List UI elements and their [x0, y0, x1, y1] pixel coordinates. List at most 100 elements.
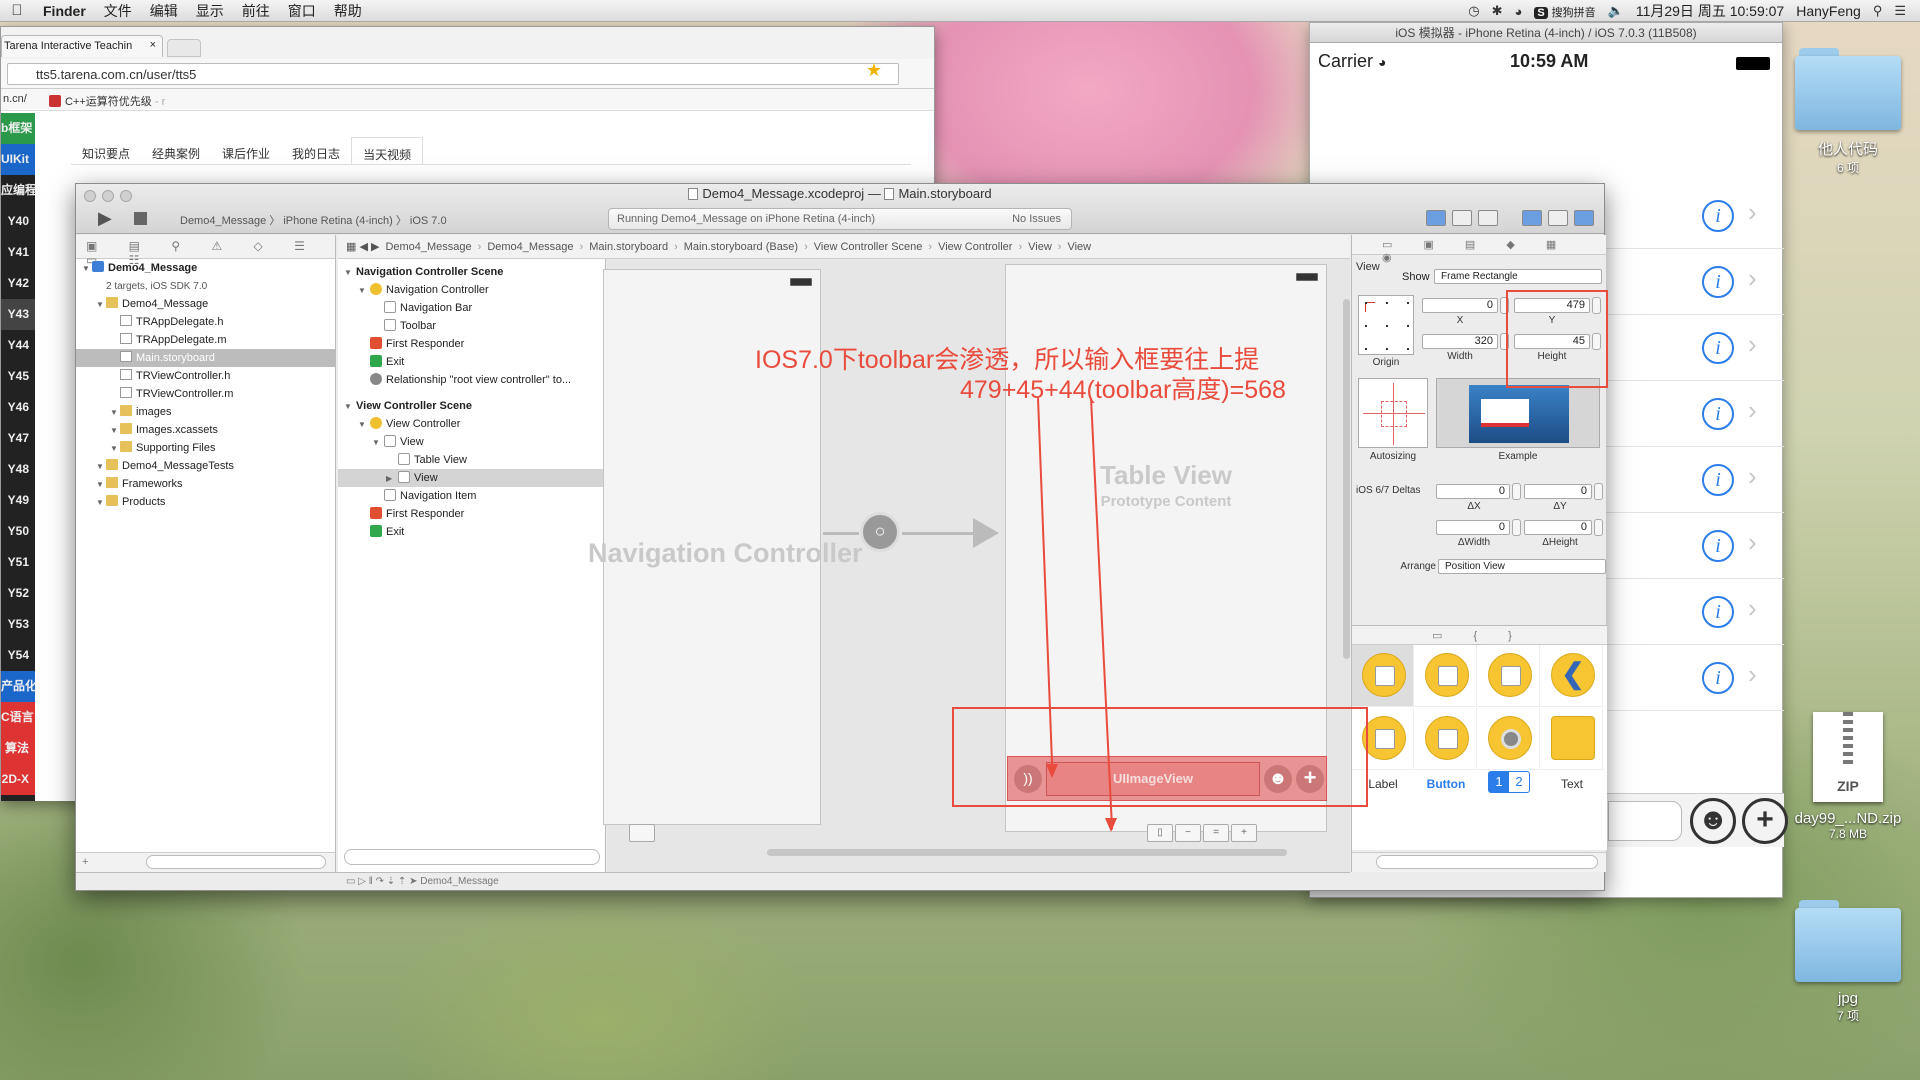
left-nav-item[interactable]: Y49	[1, 485, 35, 516]
navigator-item[interactable]: ▼ Products	[76, 493, 335, 511]
tab-cases[interactable]: 经典案例	[141, 137, 211, 164]
left-nav-item[interactable]: Y41	[1, 237, 35, 268]
horizontal-scrollbar[interactable]	[767, 849, 1287, 856]
wifi-icon[interactable]: ◕	[1515, 4, 1523, 19]
disclosure-triangle-icon[interactable]: ▼	[110, 422, 120, 440]
left-nav-item[interactable]: Y42	[1, 268, 35, 299]
library-glkit-view[interactable]	[1478, 708, 1540, 770]
zoom-in-button[interactable]: +	[1231, 824, 1257, 842]
disclosure-triangle-icon[interactable]: ▼	[110, 404, 120, 422]
left-nav-item[interactable]: UIKit	[1, 144, 35, 175]
jump-bar-item[interactable]: View Controller Scene	[814, 241, 923, 253]
outline-item[interactable]: First Responder	[338, 505, 605, 523]
info-icon[interactable]: i	[1702, 200, 1734, 232]
new-tab-button[interactable]	[167, 39, 201, 57]
left-nav-item[interactable]: C语言	[1, 702, 35, 733]
outline-item[interactable]: ▼ View	[338, 433, 605, 451]
canvas-toggle-outline-button[interactable]	[629, 824, 655, 842]
arrange-select[interactable]: Position View	[1438, 559, 1606, 574]
outline-item[interactable]: ▼ View Controller Scene	[338, 397, 605, 415]
delta-height-stepper[interactable]	[1594, 519, 1603, 536]
autosizing-control[interactable]	[1358, 378, 1428, 448]
left-nav-item[interactable]: Y54	[1, 640, 35, 671]
library-tabs[interactable]: ▭ { } ◆ ▤	[1352, 625, 1607, 655]
navigator-item[interactable]: Main.storyboard	[76, 349, 335, 367]
disclosure-triangle-icon[interactable]: ▼	[372, 434, 384, 451]
zoom-fit-button[interactable]: ▯	[1147, 824, 1173, 842]
disclosure-triangle-icon[interactable]: ▶	[386, 470, 398, 487]
bookmark-star-icon[interactable]: ★	[866, 60, 882, 81]
info-icon[interactable]: i	[1702, 266, 1734, 298]
outline-item[interactable]: ▼ Navigation Controller	[338, 281, 605, 299]
tab-homework[interactable]: 课后作业	[211, 137, 281, 164]
disclosure-triangle-icon[interactable]: ▼	[344, 398, 356, 415]
tab-knowledge[interactable]: 知识要点	[71, 137, 141, 164]
library-text-field-item[interactable]: Text	[1541, 777, 1603, 791]
left-nav-item[interactable]: Y43	[1, 299, 35, 330]
library-table-view[interactable]	[1415, 645, 1477, 707]
navigator-filter-input[interactable]	[146, 855, 326, 869]
vertical-scrollbar[interactable]	[1343, 299, 1350, 659]
browser-tab[interactable]: Tarena Interactive Teachin ×	[1, 35, 163, 57]
navigator-item[interactable]: ▼ Demo4_Message	[76, 295, 335, 313]
info-icon[interactable]: i	[1702, 464, 1734, 496]
stop-button[interactable]	[134, 212, 147, 225]
library-segmented-control-item[interactable]: 12	[1488, 771, 1530, 793]
info-icon[interactable]: i	[1702, 530, 1734, 562]
library-filter-input[interactable]	[1376, 855, 1598, 869]
x-field[interactable]: 0	[1422, 298, 1498, 313]
left-nav-item[interactable]: 应编程	[1, 175, 35, 206]
outline-item[interactable]: Toolbar	[338, 317, 605, 335]
delta-width-field[interactable]: 0	[1436, 520, 1510, 535]
outline-item[interactable]: Exit	[338, 523, 605, 541]
disclosure-triangle-icon[interactable]: ▼	[110, 440, 120, 458]
jump-bar-item[interactable]: Main.storyboard (Base)	[684, 241, 798, 253]
close-tab-icon[interactable]: ×	[150, 39, 156, 51]
navigator-item[interactable]: TRViewController.m	[76, 385, 335, 403]
outline-filter-input[interactable]	[344, 849, 600, 865]
jump-bar-item[interactable]: View	[1028, 241, 1052, 253]
library-object[interactable]	[1541, 708, 1603, 770]
info-icon[interactable]: i	[1702, 332, 1734, 364]
inspector-tabs[interactable]: ▭ ▣ ▤ ◆ ▦ ◉	[1352, 235, 1606, 264]
add-file-icon[interactable]: +	[82, 856, 88, 868]
jump-bar-item[interactable]: Demo4_Message	[385, 241, 471, 253]
menu-edit[interactable]: 编辑	[141, 1, 187, 21]
disclosure-triangle-icon[interactable]: ▼	[358, 416, 370, 433]
navigator-item[interactable]: ▼ Images.xcassets	[76, 421, 335, 439]
info-icon[interactable]: i	[1702, 596, 1734, 628]
left-nav-item[interactable]: Y45	[1, 361, 35, 392]
disclosure-triangle-icon[interactable]: ▼	[96, 458, 106, 476]
spotlight-search-icon[interactable]: ⚲	[1873, 3, 1883, 19]
navigator-item[interactable]: ▼ images	[76, 403, 335, 421]
debug-controls-icon[interactable]: ▭ ▷ ‖ ↷ ⇣ ⇡ ➤	[346, 876, 417, 887]
navigator-item[interactable]: ▼ Demo4_MessageTests	[76, 457, 335, 475]
outline-item[interactable]: ▼ View Controller	[338, 415, 605, 433]
left-nav-item[interactable]: Y52	[1, 578, 35, 609]
left-nav-item[interactable]: Y47	[1, 423, 35, 454]
disclosure-triangle-icon[interactable]: ▼	[96, 296, 106, 314]
desktop-folder-others-code[interactable]: 他人代码 6 项	[1788, 48, 1908, 176]
bookmark-item[interactable]: C++运算符优先级 - r	[49, 93, 165, 109]
message-input[interactable]	[1608, 801, 1682, 841]
disclosure-triangle-icon[interactable]: ▼	[358, 282, 370, 299]
left-nav-item[interactable]: Y48	[1, 454, 35, 485]
outline-item[interactable]: Table View	[338, 451, 605, 469]
run-button[interactable]: ▶	[98, 208, 112, 229]
url-field[interactable]: tts5.tarena.com.cn/user/tts5	[7, 63, 899, 85]
menu-window[interactable]: 窗口	[279, 1, 325, 21]
desktop-zip-file[interactable]: ZIP day99_...ND.zip 7.8 MB	[1778, 712, 1918, 841]
jump-bar-item[interactable]: View Controller	[938, 241, 1012, 253]
width-field[interactable]: 320	[1422, 334, 1498, 349]
disclosure-triangle-icon[interactable]: ▼	[344, 264, 356, 281]
bookmark-prefix[interactable]: n.cn/	[3, 93, 27, 105]
emoji-button[interactable]: ☻	[1690, 798, 1736, 844]
delta-width-stepper[interactable]	[1512, 519, 1521, 536]
toggle-utilities-button[interactable]	[1574, 210, 1594, 226]
left-nav-item[interactable]: Y53	[1, 609, 35, 640]
apple-menu-icon[interactable]: 	[0, 2, 34, 19]
clock[interactable]: 11月29日 周五 10:59:07	[1636, 1, 1784, 21]
delta-y-stepper[interactable]	[1594, 483, 1603, 500]
navigator-item[interactable]: TRAppDelegate.m	[76, 331, 335, 349]
toggle-debug-button[interactable]	[1548, 210, 1568, 226]
